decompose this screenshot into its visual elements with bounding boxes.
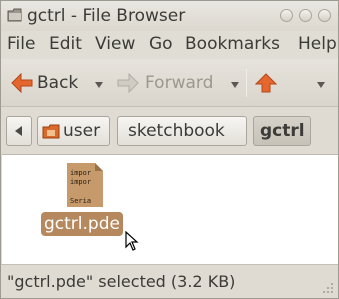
- back-label: Back: [37, 73, 79, 93]
- menu-bar: File Edit View Go Bookmarks Help: [1, 31, 338, 59]
- menu-bookmarks[interactable]: Bookmarks: [185, 34, 280, 54]
- status-text: "gctrl.pde" selected (3.2 KB): [7, 272, 236, 291]
- toolbar: Back Forward: [1, 59, 338, 107]
- path-crumb-gctrl[interactable]: gctrl: [253, 116, 311, 146]
- menu-view[interactable]: View: [95, 34, 135, 54]
- file-preview-line: Seria: [70, 197, 91, 205]
- forward-arrow-icon: [117, 73, 139, 93]
- path-crumb-sketchbook[interactable]: sketchbook: [117, 116, 247, 146]
- path-bar: user sketchbook gctrl: [1, 108, 338, 154]
- back-dropdown-icon[interactable]: [95, 82, 103, 88]
- folder-icon: [7, 8, 22, 22]
- path-crumb-user-label: user: [63, 121, 101, 141]
- menu-file[interactable]: File: [7, 34, 35, 54]
- forward-button[interactable]: Forward: [115, 71, 237, 95]
- close-button[interactable]: [318, 9, 331, 22]
- path-crumb-gctrl-label: gctrl: [260, 121, 305, 141]
- toolbar-overflow-icon[interactable]: [317, 82, 325, 88]
- resize-grip-icon[interactable]: [322, 282, 334, 294]
- chevron-left-icon: [15, 126, 22, 136]
- maximize-button[interactable]: [299, 9, 312, 22]
- path-crumb-user[interactable]: user: [37, 116, 110, 146]
- forward-label: Forward: [145, 73, 214, 93]
- mouse-pointer-icon: [125, 231, 139, 251]
- title-bar[interactable]: gctrl - File Browser: [1, 1, 338, 31]
- window-title: gctrl - File Browser: [27, 6, 186, 26]
- minimize-button[interactable]: [280, 9, 293, 22]
- text-file-icon: impor impor Seria: [67, 163, 103, 207]
- path-crumb-sketchbook-label: sketchbook: [128, 121, 225, 141]
- menu-edit[interactable]: Edit: [49, 34, 82, 54]
- up-arrow-icon[interactable]: [255, 73, 277, 93]
- path-scroll-left-button[interactable]: [6, 116, 32, 146]
- file-view[interactable]: impor impor Seria gctrl.pde: [2, 154, 338, 264]
- forward-dropdown-icon[interactable]: [231, 82, 239, 88]
- back-button[interactable]: Back: [9, 71, 109, 95]
- file-preview-line: impor: [70, 178, 91, 186]
- file-preview-line: impor: [70, 169, 91, 177]
- status-bar: "gctrl.pde" selected (3.2 KB): [1, 264, 338, 298]
- menu-go[interactable]: Go: [149, 34, 173, 54]
- toolbar-separator: [246, 69, 247, 97]
- back-arrow-icon: [11, 73, 33, 93]
- file-browser-window: gctrl - File Browser File Edit View Go B…: [0, 0, 339, 299]
- menu-help[interactable]: Help: [298, 34, 337, 54]
- file-name-label[interactable]: gctrl.pde: [41, 212, 123, 236]
- home-folder-icon: [42, 124, 60, 139]
